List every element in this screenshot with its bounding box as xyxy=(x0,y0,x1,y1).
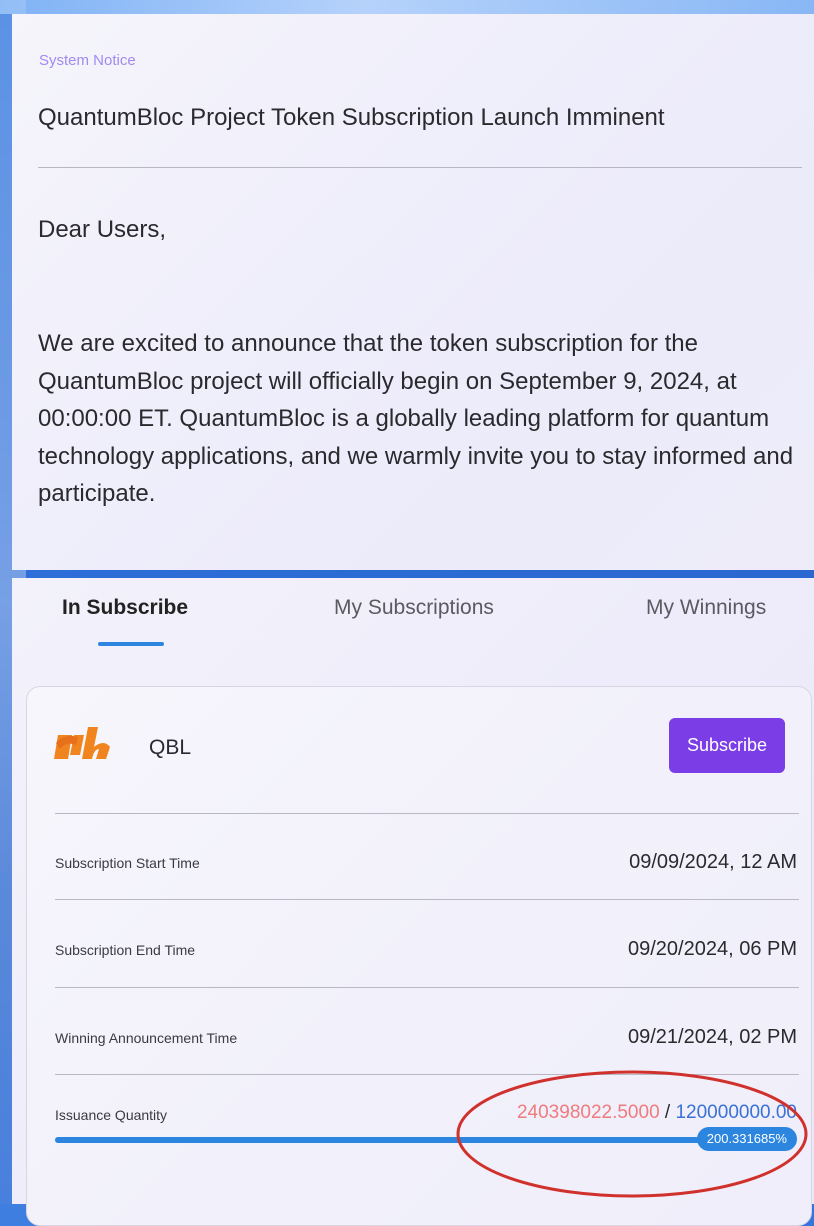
active-tab-indicator xyxy=(98,642,164,646)
issuance-progress-badge: 200.331685% xyxy=(696,1127,797,1151)
notice-category-label: System Notice xyxy=(39,52,136,69)
subscription-end-value: 09/20/2024, 06 PM xyxy=(627,938,797,960)
notice-greeting: Dear Users, xyxy=(38,216,167,243)
issuance-progress-bar xyxy=(55,1137,791,1143)
row-divider xyxy=(55,987,799,988)
row-divider xyxy=(55,1074,799,1075)
subscription-panel: In Subscribe My Subscriptions My Winning… xyxy=(12,578,814,1226)
row-divider xyxy=(55,813,799,814)
token-subscription-card: QBL Subscribe Subscription Start Time 09… xyxy=(26,686,812,1226)
background-top-gloss xyxy=(0,0,814,14)
issuance-quantity-label: Issuance Quantity xyxy=(55,1107,168,1123)
winning-announcement-value: 09/21/2024, 02 PM xyxy=(627,1026,797,1048)
notice-body: We are excited to announce that the toke… xyxy=(38,330,794,507)
tab-in-subscribe[interactable]: In Subscribe xyxy=(62,596,188,620)
system-notice-panel: System Notice QuantumBloc Project Token … xyxy=(12,14,814,570)
issuance-progress-fill xyxy=(55,1137,791,1143)
tab-my-subscriptions[interactable]: My Subscriptions xyxy=(334,596,494,620)
tab-my-winnings[interactable]: My Winnings xyxy=(646,596,766,620)
quantity-separator: / xyxy=(659,1102,676,1123)
winning-announcement-label: Winning Announcement Time xyxy=(55,1030,238,1046)
token-name: QBL xyxy=(149,736,192,759)
subscribed-quantity: 240398022.5000 xyxy=(516,1102,660,1123)
subscription-start-value: 09/09/2024, 12 AM xyxy=(629,851,797,873)
row-divider xyxy=(55,899,799,900)
subscription-start-label: Subscription Start Time xyxy=(55,855,200,871)
subscription-tabs: In Subscribe My Subscriptions My Winning… xyxy=(12,578,814,658)
issuance-quantity-value: 240398022.5000 / 120000000.00 xyxy=(517,1102,797,1124)
qb-logo-icon xyxy=(54,727,110,759)
notice-title: QuantumBloc Project Token Subscription L… xyxy=(38,104,665,131)
subscription-end-label: Subscription End Time xyxy=(55,942,196,958)
subscribe-button[interactable]: Subscribe xyxy=(669,718,785,773)
notice-divider xyxy=(38,167,802,168)
total-quantity: 120000000.00 xyxy=(675,1102,797,1123)
